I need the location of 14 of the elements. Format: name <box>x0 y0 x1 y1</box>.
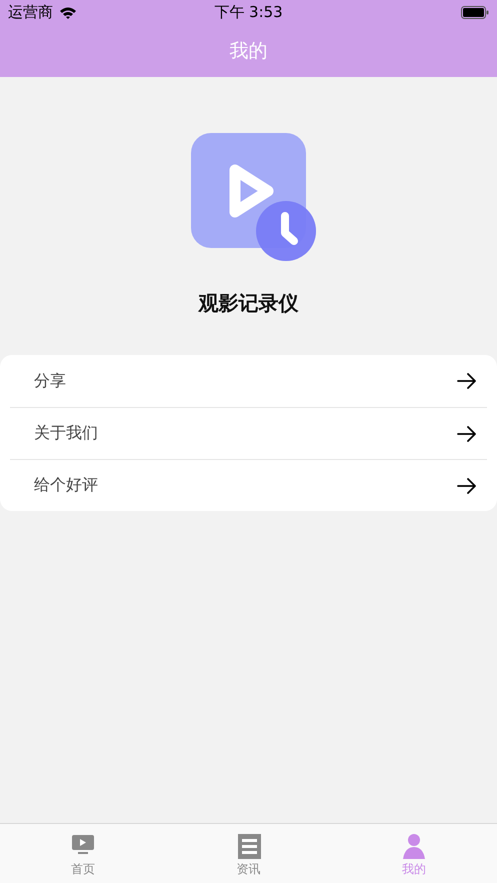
app-logo-icon <box>191 133 317 262</box>
app-name: 观影记录仪 <box>198 290 298 317</box>
arrow-icon <box>457 478 477 494</box>
menu-item[interactable]: 给个好评 <box>10 459 487 511</box>
battery-icon <box>461 6 489 19</box>
arrow-icon <box>457 426 477 442</box>
menu-item[interactable]: 关于我们 <box>10 407 487 459</box>
status-time: 下午 3:53 <box>214 3 283 21</box>
carrier-name: 运营商 <box>8 3 53 22</box>
wifi-icon <box>59 6 77 19</box>
arrow-icon <box>457 373 477 389</box>
tab-item[interactable]: 资讯 <box>166 824 332 883</box>
menu-item[interactable]: 分享 <box>10 355 487 407</box>
page-title: 我的 <box>230 39 268 64</box>
